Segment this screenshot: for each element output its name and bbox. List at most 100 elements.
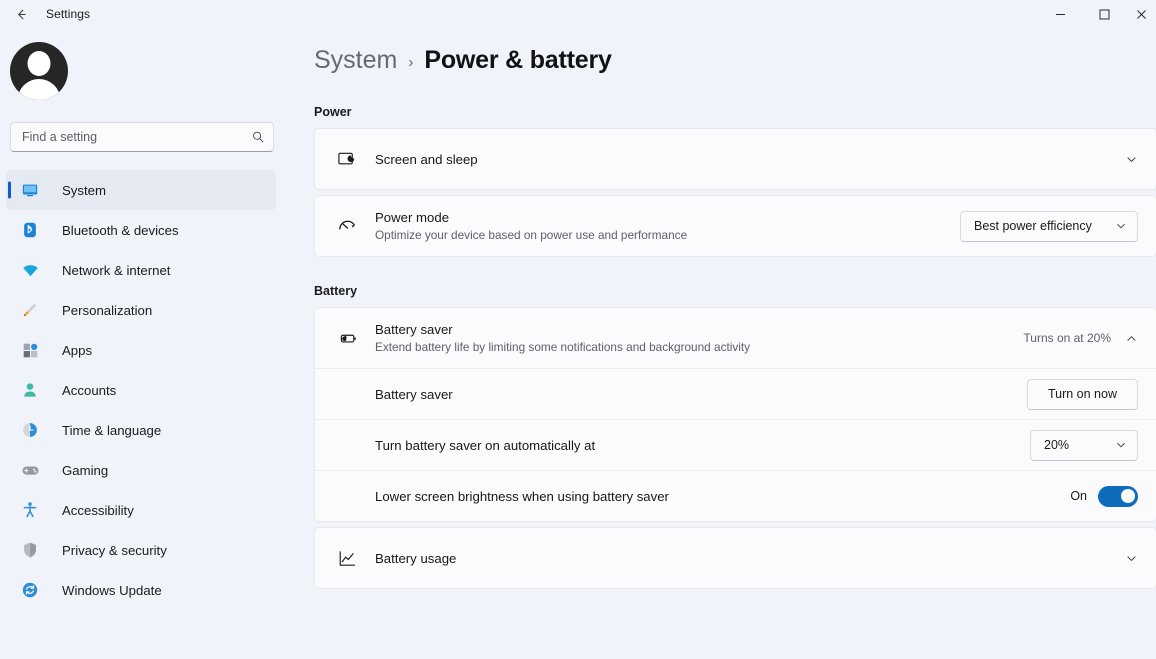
sidebar-item-accessibility[interactable]: Accessibility (6, 490, 276, 530)
sidebar-item-label: Network & internet (62, 262, 171, 278)
turn-on-now-button[interactable]: Turn on now (1026, 378, 1138, 410)
breadcrumb: System › Power & battery (314, 46, 1156, 75)
sidebar-item-apps[interactable]: Apps (6, 330, 276, 370)
maximize-button[interactable] (1082, 0, 1126, 28)
sidebar-item-label: Apps (62, 342, 93, 358)
auto-threshold-value: 20% (1044, 438, 1070, 452)
update-arrows-icon (20, 580, 40, 600)
shield-icon (20, 540, 40, 560)
search-icon (251, 130, 265, 144)
chevron-down-icon (1115, 439, 1127, 451)
chevron-up-icon[interactable] (1125, 332, 1138, 345)
paintbrush-icon (20, 300, 40, 320)
chevron-down-icon[interactable] (1125, 552, 1138, 565)
sidebar: System Bluetooth & devices Network (0, 28, 288, 659)
auto-threshold-dropdown[interactable]: 20% (1030, 429, 1138, 461)
row-battery-saver-header[interactable]: Battery saver Extend battery life by lim… (315, 308, 1156, 368)
search-box[interactable] (10, 122, 274, 152)
row-text: Battery usage (375, 551, 1125, 566)
row-subtitle: Extend battery life by limiting some not… (375, 340, 751, 354)
wifi-icon (20, 260, 40, 280)
chevron-down-icon (1115, 220, 1127, 232)
row-text: Battery saver Extend battery life by lim… (375, 322, 1023, 354)
power-mode-dropdown[interactable]: Best power efficiency (960, 210, 1138, 242)
sidebar-item-label: Windows Update (62, 582, 162, 598)
back-button[interactable] (6, 2, 36, 26)
window-controls (1038, 0, 1156, 28)
search-input[interactable] (22, 130, 251, 144)
sidebar-item-label: Time & language (62, 422, 162, 438)
page-title: Power & battery (424, 46, 612, 74)
sidebar-item-time-language[interactable]: Time & language (6, 410, 276, 450)
sidebar-item-label: Personalization (62, 302, 153, 318)
bluetooth-icon (20, 220, 40, 240)
monitor-icon (20, 180, 40, 200)
row-subtitle: Optimize your device based on power use … (375, 228, 688, 242)
lower-brightness-toggle[interactable] (1098, 485, 1138, 507)
breadcrumb-parent[interactable]: System (314, 46, 397, 75)
chevron-down-icon[interactable] (1125, 153, 1138, 166)
subrow-lower-brightness: Lower screen brightness when using batte… (315, 470, 1156, 521)
row-title: Power mode (375, 210, 450, 225)
row-right: Best power efficiency (960, 210, 1138, 242)
row-battery-usage[interactable]: Battery usage (315, 528, 1156, 588)
avatar-body (17, 79, 61, 100)
minimize-button[interactable] (1038, 0, 1082, 28)
sidebar-item-bluetooth-devices[interactable]: Bluetooth & devices (6, 210, 276, 250)
sidebar-item-personalization[interactable]: Personalization (6, 290, 276, 330)
sidebar-item-privacy-security[interactable]: Privacy & security (6, 530, 276, 570)
line-chart-icon (335, 548, 359, 569)
apps-grid-icon (20, 340, 40, 360)
person-icon (20, 380, 40, 400)
sidebar-item-label: Accessibility (62, 502, 134, 518)
sidebar-item-label: Bluetooth & devices (62, 222, 179, 238)
section-title-power: Power (314, 105, 352, 119)
power-gauge-icon (335, 216, 359, 237)
card-screen-and-sleep[interactable]: Screen and sleep (314, 128, 1156, 190)
row-title: Screen and sleep (375, 151, 478, 167)
row-text: Screen and sleep (375, 152, 1125, 167)
card-battery-usage[interactable]: Battery usage (314, 527, 1156, 589)
card-battery-saver: Battery saver Extend battery life by lim… (314, 307, 1156, 522)
subrow-title: Battery saver (375, 386, 453, 402)
sidebar-item-label: Accounts (62, 382, 117, 398)
power-mode-value: Best power efficiency (974, 219, 1092, 233)
sidebar-item-label: System (62, 182, 106, 198)
avatar-head (27, 51, 51, 76)
avatar[interactable] (10, 42, 68, 100)
toggle-state-label: On (1070, 489, 1087, 503)
battery-saver-icon (335, 328, 359, 349)
sidebar-item-windows-update[interactable]: Windows Update (6, 570, 276, 610)
accessibility-icon (20, 500, 40, 520)
row-right (1125, 153, 1138, 166)
toggle-knob (1121, 489, 1135, 503)
section-title-battery: Battery (314, 284, 358, 298)
sidebar-item-system[interactable]: System (6, 170, 276, 210)
sidebar-item-network-internet[interactable]: Network & internet (6, 250, 276, 290)
sidebar-item-accounts[interactable]: Accounts (6, 370, 276, 410)
row-right (1125, 552, 1138, 565)
subrow-title: Turn battery saver on automatically at (375, 437, 596, 453)
card-power-mode[interactable]: Power mode Optimize your device based on… (314, 195, 1156, 257)
row-right: Turns on at 20% (1023, 331, 1138, 345)
back-arrow-icon (17, 9, 26, 19)
breadcrumb-separator: › (408, 53, 414, 71)
lower-brightness-toggle-wrap: On (1070, 485, 1138, 507)
title-bar: Settings (0, 0, 1156, 28)
row-title: Battery usage (375, 550, 457, 566)
main-content: System › Power & battery Power Screen an… (288, 28, 1156, 659)
sidebar-item-gaming[interactable]: Gaming (6, 450, 276, 490)
close-icon (1136, 9, 1146, 19)
sidebar-item-label: Privacy & security (62, 542, 167, 558)
subrow-auto-threshold: Turn battery saver on automatically at 2… (315, 419, 1156, 470)
minimize-icon (1055, 13, 1065, 15)
maximize-icon (1099, 9, 1109, 19)
app-shell: System Bluetooth & devices Network (0, 28, 1156, 659)
close-button[interactable] (1126, 0, 1156, 28)
row-power-mode: Power mode Optimize your device based on… (315, 196, 1156, 256)
battery-saver-status: Turns on at 20% (1023, 331, 1111, 345)
clock-icon (20, 420, 40, 440)
row-text: Power mode Optimize your device based on… (375, 210, 960, 242)
row-screen-and-sleep[interactable]: Screen and sleep (315, 129, 1156, 189)
sidebar-nav: System Bluetooth & devices Network & int… (0, 170, 288, 610)
